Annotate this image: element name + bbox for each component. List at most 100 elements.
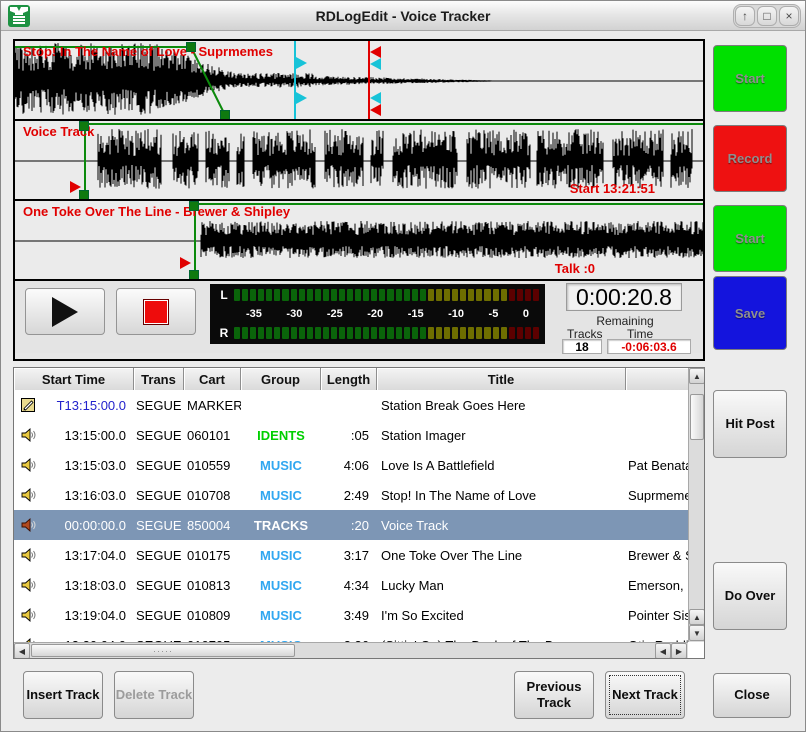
table-row[interactable]: T13:15:00.0 SEGUE MARKER Station Break G…	[14, 390, 688, 420]
table-row[interactable]: 13:18:03.0 SEGUE 010813 MUSIC 4:34 Lucky…	[14, 570, 688, 600]
next-track-button[interactable]: Next Track	[605, 671, 685, 719]
maximize-window-icon[interactable]: □	[757, 6, 777, 26]
cell-title: Station Imager	[377, 428, 626, 443]
cell-cart: 010175	[184, 548, 241, 563]
waveform-track-1[interactable]: Stop! In The Name of Love - Suprmemes	[15, 41, 703, 121]
table-row[interactable]: 13:17:04.0 SEGUE 010175 MUSIC 3:17 One T…	[14, 540, 688, 570]
waveform-track-2[interactable]: Voice Track Start 13:21:51	[15, 121, 703, 201]
cell-start-time: 13:17:04.0	[42, 548, 134, 563]
segue-end-marker-icon[interactable]	[370, 92, 381, 104]
cell-title: I'm So Excited	[377, 608, 626, 623]
start-track1-button[interactable]: Start	[713, 45, 787, 112]
cell-trans: SEGUE	[134, 458, 184, 473]
header-artist[interactable]	[626, 368, 689, 390]
cell-trans: SEGUE	[134, 548, 184, 563]
cell-group: MUSIC	[241, 548, 321, 563]
header-start-time[interactable]: Start Time	[14, 368, 134, 390]
end-marker-icon[interactable]	[370, 46, 381, 58]
table-row[interactable]: 13:19:04.0 SEGUE 010809 MUSIC 3:49 I'm S…	[14, 600, 688, 630]
insert-track-button[interactable]: Insert Track	[23, 671, 103, 719]
meter-left-label: L	[214, 288, 234, 302]
hit-post-button[interactable]: Hit Post	[713, 390, 787, 458]
table-row[interactable]: 13:16:03.0 SEGUE 010708 MUSIC 2:49 Stop!…	[14, 480, 688, 510]
start-track3-button[interactable]: Start	[713, 205, 787, 272]
cell-artist: Pointer Sisters	[626, 608, 688, 623]
save-button[interactable]: Save	[713, 276, 787, 350]
scroll-up-icon[interactable]: ▲	[689, 609, 705, 625]
elapsed-time-display: 0:00:20.8	[566, 283, 682, 311]
log-table: Start Time Trans Cart Group Length Title…	[13, 367, 705, 659]
scroll-down-icon[interactable]: ▼	[689, 625, 705, 641]
cell-length: 3:17	[321, 548, 377, 563]
cell-start-time: 13:15:03.0	[42, 458, 134, 473]
horizontal-scrollbar[interactable]: ◀ ····· ◀ ▶	[14, 642, 688, 658]
speaker-icon	[14, 607, 42, 623]
cell-artist: Suprmemes	[626, 488, 688, 503]
track-2-start-time: Start 13:21:51	[570, 181, 655, 196]
start-handle-icon[interactable]	[79, 121, 89, 131]
header-group[interactable]: Group	[241, 368, 321, 390]
vertical-scrollbar[interactable]: ▲ ▲ ▼	[688, 368, 704, 642]
cell-length: 2:49	[321, 488, 377, 503]
marker-note-icon	[14, 397, 42, 413]
horizontal-scroll-thumb[interactable]: ·····	[31, 644, 295, 657]
play-position-icon[interactable]	[180, 257, 191, 269]
waveform-track-3[interactable]: One Toke Over The Line - Brewer & Shiple…	[15, 201, 703, 281]
table-row[interactable]: 13:15:03.0 SEGUE 010559 MUSIC 4:06 Love …	[14, 450, 688, 480]
scale-tick: -25	[327, 308, 343, 320]
delete-track-button[interactable]: Delete Track	[114, 671, 194, 719]
previous-track-button[interactable]: Previous Track	[514, 671, 594, 719]
segue-marker-icon[interactable]	[296, 57, 307, 69]
cell-length: :20	[321, 518, 377, 533]
header-cart[interactable]: Cart	[184, 368, 241, 390]
vertical-scroll-thumb[interactable]	[690, 394, 704, 440]
scroll-left-icon[interactable]: ◀	[655, 643, 671, 659]
table-row[interactable]: 13:15:00.0 SEGUE 060101 IDENTS :05 Stati…	[14, 420, 688, 450]
scale-tick: -10	[448, 308, 464, 320]
scale-tick: 0	[523, 308, 529, 320]
fade-handle-icon[interactable]	[220, 110, 230, 120]
cell-group: IDENTS	[241, 428, 321, 443]
do-over-button[interactable]: Do Over	[713, 562, 787, 630]
play-button[interactable]	[25, 288, 105, 335]
segue-end-marker-icon[interactable]	[370, 58, 381, 70]
speaker-icon	[14, 547, 42, 563]
waveform-panel: Stop! In The Name of Love - Suprmemes Vo…	[13, 39, 705, 361]
play-icon	[52, 297, 78, 327]
cell-artist: Pat Benatar	[626, 458, 688, 473]
fade-handle-icon[interactable]	[186, 42, 196, 52]
start-handle-icon[interactable]	[189, 270, 199, 280]
window-title: RDLogEdit - Voice Tracker	[1, 8, 805, 24]
cell-title: One Toke Over The Line	[377, 548, 626, 563]
end-marker-icon[interactable]	[370, 104, 381, 116]
cell-title: Stop! In The Name of Love	[377, 488, 626, 503]
play-position-icon[interactable]	[70, 181, 81, 193]
header-trans[interactable]: Trans	[134, 368, 184, 390]
scale-tick: -15	[408, 308, 424, 320]
record-button[interactable]: Record	[713, 125, 787, 192]
scroll-up-icon[interactable]: ▲	[689, 368, 705, 384]
table-row-selected[interactable]: 00:00:00.0 SEGUE 850004 TRACKS :20 Voice…	[14, 510, 688, 540]
stop-icon	[144, 300, 168, 324]
start-handle-icon[interactable]	[189, 201, 199, 211]
close-button[interactable]: Close	[713, 673, 791, 718]
tracks-remaining-value: 18	[562, 339, 602, 354]
transport-bar: L -35 -30 -25 -20 -15 -10 -5 0 R	[15, 281, 703, 353]
cell-start-time: 13:19:04.0	[42, 608, 134, 623]
segue-marker-icon[interactable]	[296, 92, 307, 104]
track-3-title: One Toke Over The Line - Brewer & Shiple…	[23, 204, 290, 219]
header-length[interactable]: Length	[321, 368, 377, 390]
speaker-icon	[14, 427, 42, 443]
cell-artist: Brewer & Shipley	[626, 548, 688, 563]
cell-cart: 010708	[184, 488, 241, 503]
cell-cart: 010559	[184, 458, 241, 473]
shade-window-icon[interactable]: ↑	[735, 6, 755, 26]
meter-right-label: R	[214, 326, 234, 340]
scroll-left-icon[interactable]: ◀	[14, 643, 30, 659]
header-title[interactable]: Title	[377, 368, 626, 390]
scroll-right-icon[interactable]: ▶	[671, 643, 687, 659]
table-row[interactable]: 13:20:04.0 SEGUE 010705 MUSIC 3:36 (Sitt…	[14, 630, 688, 642]
close-window-icon[interactable]: ×	[779, 6, 799, 26]
cell-cart: 010809	[184, 608, 241, 623]
stop-button[interactable]	[116, 288, 196, 335]
